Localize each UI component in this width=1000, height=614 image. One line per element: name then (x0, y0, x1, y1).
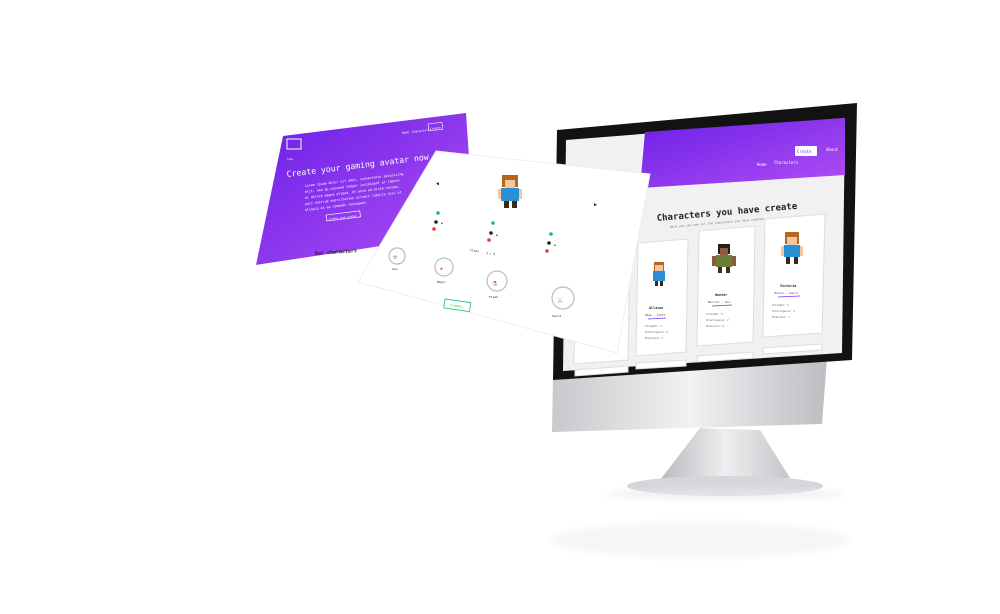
card-stat: Strength: 9 (706, 312, 723, 316)
svg-text:◆: ◆ (496, 233, 498, 237)
character-card[interactable]: Victoria Hunter · Sword Strength: 5 Inte… (762, 213, 826, 338)
card-class: Warrior · Axe (708, 300, 730, 304)
card-name: Allison (649, 306, 663, 310)
card-class: Hunter · Sword (774, 291, 798, 295)
weapon-label: Flask (489, 295, 498, 299)
card-stat: Strength: 5 (772, 303, 789, 307)
card-name: Hunter (715, 293, 727, 297)
character-card[interactable]: Hunter Warrior · Axe Strength: 9 Intelli… (696, 225, 756, 347)
card-stat: Intelligence: 8 (645, 330, 668, 334)
wand-icon: ✦ (439, 264, 444, 273)
card-stat: Endurance: 7 (772, 315, 791, 319)
weapon-label: Magic (437, 280, 446, 284)
svg-text:logo: logo (287, 157, 294, 161)
mockup-canvas: Home Characters Create About Characters … (254, 103, 857, 558)
composition-stage: Home Characters Create About Characters … (0, 0, 1000, 610)
weapon-label: Axe (392, 267, 398, 271)
sword-icon: ⚔ (557, 295, 563, 306)
monitor-nav-create[interactable]: Create (797, 149, 812, 154)
svg-text:◆: ◆ (441, 221, 443, 225)
monitor-nav-characters[interactable]: Characters (774, 160, 799, 165)
next-arrow-icon[interactable]: ▶ (594, 202, 597, 208)
monitor-nav-home[interactable]: Home (757, 162, 767, 167)
flask-icon: ⚗ (492, 279, 498, 289)
card-name: Victoria (780, 284, 796, 288)
monitor-nav-about[interactable]: About (826, 147, 839, 152)
monitor-stand-neck (660, 428, 790, 480)
svg-text:◆: ◆ (554, 243, 556, 247)
prev-arrow-icon[interactable]: ◀ (436, 181, 439, 187)
card-class: Mage · Staff (645, 313, 666, 317)
card-stat: Intelligence: 2 (706, 318, 729, 322)
card-stat: Endurance: 6 (706, 324, 725, 328)
card-stat: Strength: 2 (645, 324, 662, 328)
floor-reflection (550, 522, 850, 558)
card-stat: Endurance: 3 (645, 336, 664, 340)
card-stat: Intelligence: 4 (772, 309, 795, 313)
weapon-label: Sword (552, 314, 561, 318)
character-card[interactable]: Allison Mage · Staff Strength: 2 Intelli… (635, 238, 689, 357)
